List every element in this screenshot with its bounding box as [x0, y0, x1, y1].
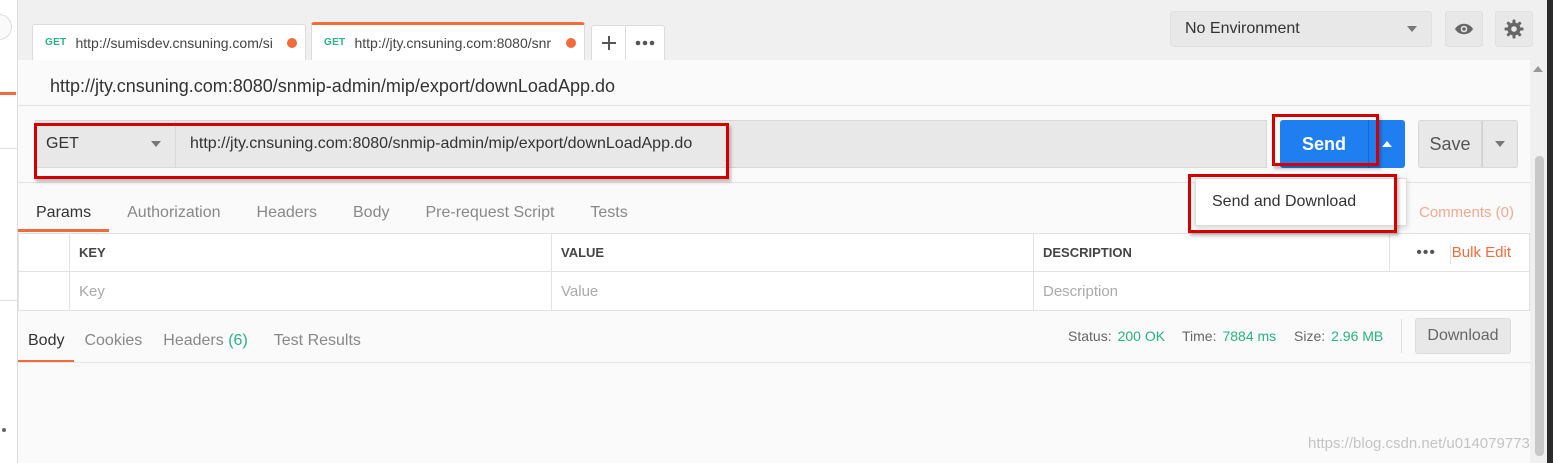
size-label: Size: — [1294, 328, 1326, 344]
environment-select[interactable]: No Environment — [1170, 11, 1432, 47]
unsaved-dot-icon — [287, 37, 297, 48]
environment-selected: No Environment — [1185, 20, 1300, 37]
eye-icon — [1455, 23, 1473, 35]
ellipsis-icon — [635, 40, 655, 46]
bulk-edit-button[interactable]: Bulk Edit — [1452, 234, 1511, 271]
value-input[interactable]: Value — [551, 272, 1033, 310]
params-table: KEY VALUE DESCRIPTION ••• Bulk Edit Key … — [18, 233, 1530, 311]
tab-headers[interactable]: Headers — [239, 192, 335, 232]
tab-pre-request-script[interactable]: Pre-request Script — [407, 192, 572, 232]
left-sidebar-edge — [0, 0, 18, 463]
new-tab-button[interactable] — [591, 25, 626, 60]
response-tabs: Body Cookies Headers (6) Test Results — [18, 313, 371, 363]
chevron-up-icon — [1382, 141, 1392, 147]
request-tab-active[interactable]: GET http://jty.cnsuning.com:8080/snr — [311, 22, 585, 60]
status-readout: Status: 200 OK — [1068, 328, 1165, 344]
send-button[interactable]: Send — [1280, 120, 1368, 168]
request-tab-bar: GET http://sumisdev.cnsuning.com/si GET … — [18, 0, 1160, 60]
divider — [18, 362, 1530, 363]
params-more-button[interactable]: ••• — [1416, 234, 1436, 271]
watermark: https://blog.csdn.net/u014079773 — [1308, 435, 1530, 452]
column-header-value: VALUE — [551, 234, 1033, 271]
download-button[interactable]: Download — [1415, 318, 1511, 354]
comments-link[interactable]: Comments (0) — [1419, 204, 1514, 221]
method-value: GET — [46, 135, 79, 152]
time-readout: Time: 7884 ms — [1182, 328, 1276, 344]
save-button[interactable]: Save — [1418, 120, 1482, 168]
plus-icon — [601, 36, 616, 50]
sidebar-divider — [0, 148, 18, 149]
tab-authorization[interactable]: Authorization — [109, 192, 238, 232]
status-label: Status: — [1068, 328, 1112, 344]
table-row: Key Value Description — [18, 272, 1530, 311]
sidebar-dot — [2, 428, 6, 432]
tab-options-button[interactable] — [626, 25, 665, 60]
tab-method: GET — [324, 37, 346, 48]
size-value[interactable]: 2.96 MB — [1331, 328, 1383, 344]
method-select[interactable]: GET — [35, 120, 175, 168]
response-tab-body[interactable]: Body — [18, 313, 75, 363]
response-tab-test-results[interactable]: Test Results — [258, 313, 371, 363]
gear-icon — [1504, 19, 1524, 39]
chevron-down-icon — [1407, 26, 1417, 32]
time-label: Time: — [1182, 328, 1217, 344]
time-value[interactable]: 7884 ms — [1222, 328, 1276, 344]
url-input[interactable]: http://jty.cnsuning.com:8080/snmip-admin… — [175, 120, 1267, 168]
sidebar-divider — [0, 300, 18, 301]
environment-quick-look-button[interactable] — [1445, 11, 1483, 47]
description-input[interactable]: Description — [1033, 272, 1531, 310]
column-header-description: DESCRIPTION — [1033, 234, 1389, 271]
tab-params[interactable]: Params — [18, 192, 110, 232]
environment-bar: No Environment — [1160, 0, 1553, 60]
request-panel: http://jty.cnsuning.com:8080/snmip-admin… — [18, 60, 1530, 463]
chevron-down-icon — [151, 141, 161, 147]
size-readout: Size: 2.96 MB — [1294, 328, 1383, 344]
response-headers-count: (6) — [228, 332, 248, 349]
sidebar-active-indicator — [0, 92, 16, 95]
request-tab[interactable]: GET http://sumisdev.cnsuning.com/si — [32, 24, 306, 60]
tab-url: http://jty.cnsuning.com:8080/snr — [354, 34, 552, 51]
tab-url: http://sumisdev.cnsuning.com/si — [75, 34, 273, 51]
send-options-button[interactable] — [1368, 120, 1405, 168]
save-options-button[interactable] — [1482, 120, 1518, 168]
divider — [18, 105, 1530, 106]
scroll-thumb[interactable] — [1535, 156, 1544, 456]
window-edge — [1547, 0, 1553, 463]
send-dropdown-menu: Send and Download — [1195, 178, 1407, 226]
tab-method: GET — [45, 37, 67, 48]
tab-body[interactable]: Body — [335, 192, 407, 232]
response-tab-headers[interactable]: Headers (6) — [152, 313, 258, 363]
key-input[interactable]: Key — [69, 272, 551, 310]
status-value[interactable]: 200 OK — [1118, 328, 1165, 344]
sidebar-circle-button[interactable] — [0, 14, 12, 40]
request-subtabs: Params Authorization Headers Body Pre-re… — [18, 192, 646, 232]
unsaved-dot-icon — [566, 37, 576, 48]
divider — [1401, 319, 1402, 353]
manage-environments-button[interactable] — [1495, 11, 1533, 47]
request-name[interactable]: http://jty.cnsuning.com:8080/snmip-admin… — [50, 76, 615, 97]
response-tab-headers-label: Headers — [163, 332, 224, 349]
tab-tests[interactable]: Tests — [572, 192, 645, 232]
scroll-up-icon[interactable] — [1533, 66, 1543, 72]
response-tab-cookies[interactable]: Cookies — [74, 313, 152, 363]
table-header-row: KEY VALUE DESCRIPTION ••• Bulk Edit — [18, 233, 1530, 272]
chevron-down-icon — [1495, 141, 1505, 147]
column-header-key: KEY — [69, 234, 551, 271]
send-and-download-item[interactable]: Send and Download — [1212, 193, 1356, 211]
